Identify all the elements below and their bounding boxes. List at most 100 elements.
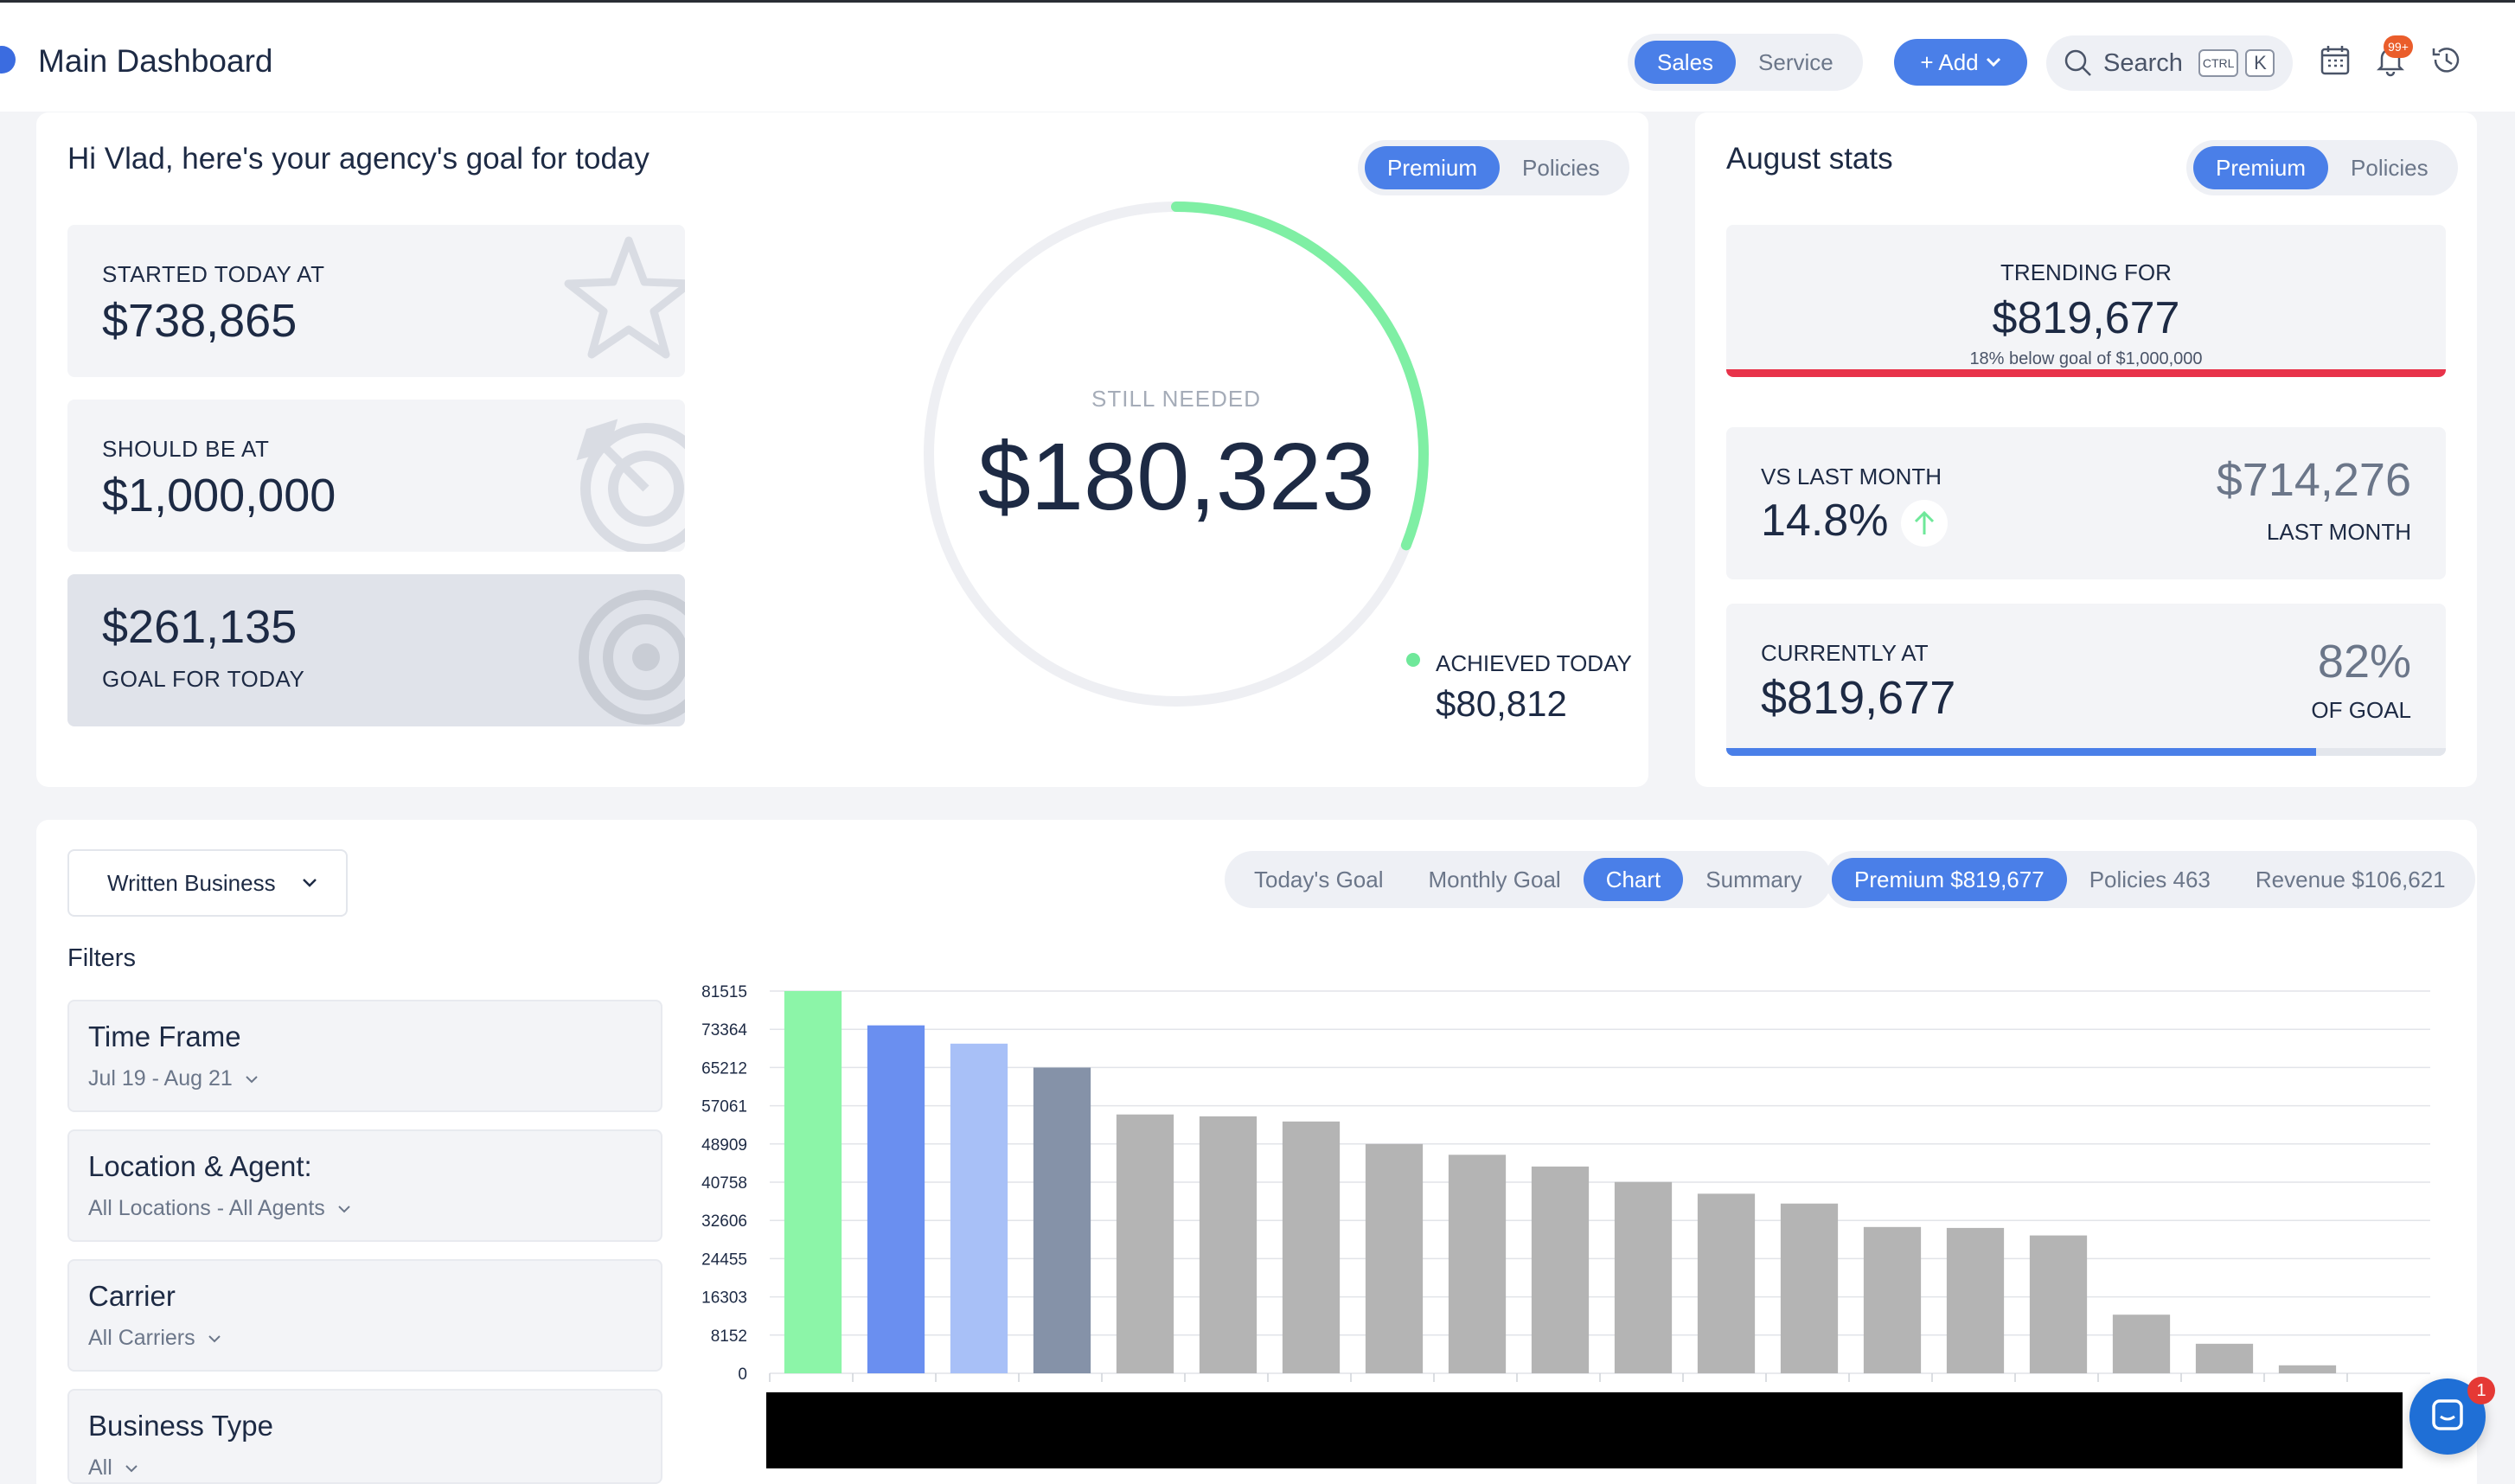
- filter-time-frame[interactable]: Time Frame Jul 19 - Aug 21: [67, 1000, 662, 1112]
- bar-12[interactable]: [1780, 1203, 1839, 1373]
- y-tick-label: 48909: [701, 1136, 747, 1155]
- premium-bar-chart: 0 8152 16303 24455 32606 40758 48909 57061 65212…: [701, 983, 2430, 1384]
- current-label: CURRENTLY AT: [1761, 640, 1929, 666]
- filter-title: Carrier: [88, 1280, 176, 1312]
- target-arrow-icon: [576, 419, 685, 552]
- dropdown-label: Written Business: [107, 869, 276, 896]
- should-value: $1,000,000: [102, 470, 336, 521]
- kbd-k: K: [2245, 49, 2275, 77]
- started-today-box: STARTED TODAY AT $738,865: [67, 225, 685, 377]
- y-tick-label: 8152: [711, 1327, 747, 1346]
- vs-label: VS LAST MONTH: [1761, 464, 1942, 489]
- bar-18[interactable]: [2278, 1365, 2337, 1373]
- add-button[interactable]: + Add: [1894, 39, 2027, 86]
- filter-value-text: All Locations - All Agents: [88, 1196, 325, 1220]
- filter-value: All Carriers: [88, 1326, 221, 1351]
- bar-4[interactable]: [1116, 1114, 1174, 1373]
- filter-carrier[interactable]: Carrier All Carriers: [67, 1259, 662, 1372]
- filter-value: Jul 19 - Aug 21: [88, 1066, 259, 1091]
- tab-service[interactable]: Service: [1736, 41, 1856, 84]
- august-tab-premium[interactable]: Premium: [2193, 146, 2329, 189]
- chat-unread-badge: 1: [2467, 1377, 2495, 1404]
- notification-badge: 99+: [2384, 35, 2413, 58]
- add-button-label: + Add: [1920, 48, 1979, 75]
- chevron-down-icon: [125, 1464, 138, 1472]
- tab-sales[interactable]: Sales: [1635, 41, 1737, 84]
- goal-greeting: Hi Vlad, here's your agency's goal for t…: [67, 142, 650, 176]
- filters-title: Filters: [67, 944, 136, 972]
- y-tick-label: 40758: [701, 1174, 747, 1193]
- achieved-value: $80,812: [1436, 683, 1567, 724]
- bar-7[interactable]: [1365, 1143, 1424, 1373]
- goal-today-label: GOAL FOR TODAY: [102, 666, 305, 692]
- chevron-down-icon: [302, 879, 317, 887]
- august-tab-policies[interactable]: Policies: [2328, 146, 2451, 189]
- mode-toggle: Sales Service: [1628, 34, 1863, 91]
- bar-11[interactable]: [1697, 1193, 1756, 1373]
- bar-2[interactable]: [950, 1043, 1008, 1373]
- sidebar-toggle-icon[interactable]: [0, 46, 16, 74]
- goal-tab-premium[interactable]: Premium: [1365, 146, 1501, 189]
- trending-value: $819,677: [1992, 293, 2180, 343]
- bar-1[interactable]: [867, 1025, 925, 1373]
- arrow-up-icon: [1914, 510, 1935, 534]
- goal-tab-policies[interactable]: Policies: [1500, 146, 1622, 189]
- bar-14[interactable]: [1946, 1227, 2005, 1373]
- tab-premium-total[interactable]: Premium $819,677: [1832, 858, 2067, 901]
- goal-today-box: $261,135 GOAL FOR TODAY: [67, 574, 685, 726]
- page-title: Main Dashboard: [38, 43, 273, 79]
- redacted-x-labels: [766, 1392, 2403, 1468]
- filter-business-type[interactable]: Business Type All: [67, 1389, 662, 1484]
- history-icon[interactable]: [2429, 42, 2463, 77]
- goal-progress-fill: [1726, 748, 2317, 756]
- tab-monthly-goal[interactable]: Monthly Goal: [1406, 858, 1584, 901]
- vs-value: 14.8%: [1761, 496, 1889, 546]
- goal-progress-track: [1726, 748, 2446, 756]
- bar-0[interactable]: [784, 991, 842, 1373]
- bar-3[interactable]: [1033, 1067, 1091, 1373]
- y-tick-label: 16303: [701, 1289, 747, 1308]
- bullseye-icon: [579, 590, 685, 725]
- trending-box: TRENDING FOR $819,677 18% below goal of …: [1726, 225, 2446, 377]
- tab-chart[interactable]: Chart: [1583, 858, 1684, 901]
- tab-revenue-total[interactable]: Revenue $106,621: [2233, 858, 2468, 901]
- august-title: August stats: [1726, 142, 1893, 176]
- bar-6[interactable]: [1282, 1121, 1341, 1373]
- search-icon: [2064, 49, 2091, 76]
- tab-summary[interactable]: Summary: [1683, 858, 1824, 901]
- business-type-dropdown[interactable]: Written Business: [67, 849, 348, 917]
- view-tabs: Today's Goal Monthly Goal Chart Summary: [1225, 851, 1832, 908]
- tab-todays-goal[interactable]: Today's Goal: [1232, 858, 1406, 901]
- trending-status-bar: [1726, 369, 2446, 377]
- should-label: SHOULD BE AT: [102, 436, 270, 462]
- bar-17[interactable]: [2195, 1343, 2254, 1373]
- filter-location-agent[interactable]: Location & Agent: All Locations - All Ag…: [67, 1129, 662, 1242]
- achieved-legend-dot: [1406, 653, 1420, 667]
- still-needed-label: STILL NEEDED: [1091, 386, 1261, 412]
- still-needed-value: $180,323: [977, 424, 1375, 530]
- bar-5[interactable]: [1199, 1116, 1258, 1373]
- bar-13[interactable]: [1863, 1226, 1922, 1373]
- calendar-icon[interactable]: [2318, 42, 2352, 77]
- filter-value-text: Jul 19 - Aug 21: [88, 1066, 233, 1091]
- pct-value: 82%: [2317, 636, 2411, 688]
- bar-15[interactable]: [2029, 1235, 2088, 1373]
- y-tick-label: 57061: [701, 1098, 747, 1116]
- bar-10[interactable]: [1614, 1181, 1673, 1373]
- bar-8[interactable]: [1448, 1155, 1507, 1373]
- last-month-value: $714,276: [2216, 454, 2411, 506]
- search-label: Search: [2103, 48, 2183, 77]
- bar-9[interactable]: [1531, 1166, 1590, 1373]
- filter-value-text: All: [88, 1455, 112, 1480]
- filter-value: All Locations - All Agents: [88, 1196, 351, 1221]
- y-tick-label: 32606: [701, 1212, 747, 1231]
- bar-16[interactable]: [2112, 1314, 2171, 1373]
- tab-policies-total[interactable]: Policies 463: [2067, 858, 2233, 901]
- filter-title: Time Frame: [88, 1020, 241, 1052]
- last-month-label: LAST MONTH: [2266, 519, 2411, 545]
- chevron-down-icon: [338, 1205, 350, 1212]
- y-tick-label: 0: [738, 1366, 747, 1384]
- search-input[interactable]: Search CTRL K: [2046, 35, 2293, 91]
- pct-label: OF GOAL: [2311, 697, 2411, 723]
- kbd-ctrl: CTRL: [2198, 49, 2239, 77]
